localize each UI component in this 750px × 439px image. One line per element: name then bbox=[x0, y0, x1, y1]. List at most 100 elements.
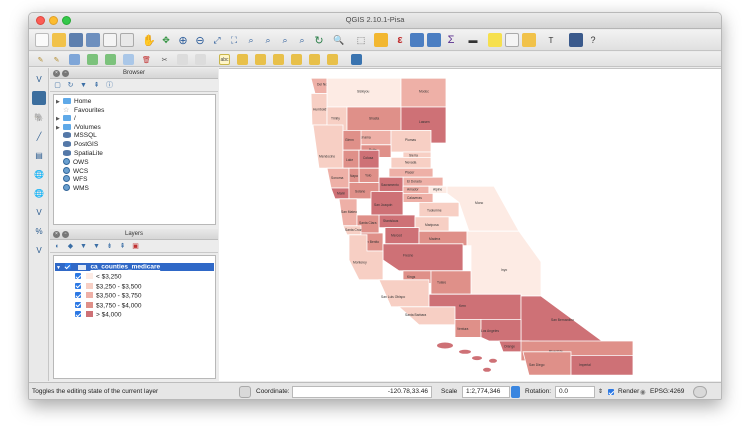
browser-item[interactable]: WMS bbox=[56, 184, 89, 192]
pan-to-selection-icon[interactable]: ✥ bbox=[159, 33, 173, 47]
filter-legend-icon[interactable]: ▼ bbox=[79, 242, 88, 251]
help-book-icon[interactable] bbox=[569, 33, 583, 47]
layer-labeling-icon[interactable] bbox=[237, 54, 248, 65]
deselect-icon[interactable] bbox=[374, 33, 388, 47]
browser-item[interactable]: ▶ Home bbox=[56, 98, 91, 106]
browser-item[interactable]: ☆ Favourites bbox=[56, 107, 104, 115]
pin-labels-icon[interactable] bbox=[255, 54, 266, 65]
move-feature-icon[interactable] bbox=[105, 54, 116, 65]
add-wfs-layer-icon[interactable]: V bbox=[32, 205, 46, 219]
coordinate-toggle-icon[interactable] bbox=[239, 386, 251, 398]
collapse-all-layers-icon[interactable]: ⇞ bbox=[118, 242, 127, 251]
text-annotation-icon[interactable]: T bbox=[544, 33, 558, 47]
filter-icon[interactable]: ▼ bbox=[79, 81, 88, 90]
expand-triangle-icon[interactable]: ▶ bbox=[56, 115, 63, 123]
layer-visibility-checkbox[interactable] bbox=[64, 263, 71, 269]
toggle-editing-icon[interactable]: ✎ bbox=[51, 54, 62, 65]
zoom-next-icon[interactable]: ⌕ bbox=[295, 33, 309, 47]
add-wcs-layer-icon[interactable]: 🌐 bbox=[32, 186, 46, 200]
new-project-icon[interactable] bbox=[35, 33, 49, 47]
county-san-luis-obispo[interactable] bbox=[378, 279, 430, 308]
add-raster-layer-icon[interactable] bbox=[32, 91, 46, 105]
cut-features-icon[interactable]: ✂ bbox=[159, 54, 170, 65]
change-label-icon[interactable] bbox=[327, 54, 338, 65]
add-wms-layer-icon[interactable]: 🌐 bbox=[32, 167, 46, 181]
add-spatialite-layer-icon[interactable]: ╱ bbox=[32, 129, 46, 143]
field-calculator-icon[interactable]: ε bbox=[393, 33, 407, 47]
label-abc-icon[interactable]: abc bbox=[219, 54, 230, 65]
properties-icon[interactable]: ⓘ bbox=[105, 81, 114, 90]
panel-close-icon[interactable]: × bbox=[53, 231, 60, 238]
edit-pencil-icon[interactable]: ✎ bbox=[35, 54, 46, 65]
crs-icon[interactable]: ◉ bbox=[640, 388, 646, 396]
expand-triangle-icon[interactable]: ▶ bbox=[56, 124, 63, 132]
panel-float-icon[interactable]: ▫ bbox=[62, 231, 69, 238]
rotation-field[interactable]: 0.0 bbox=[555, 386, 595, 398]
zoom-to-layer-icon[interactable]: ⌕ bbox=[261, 33, 275, 47]
add-vector-layer-icon[interactable]: V bbox=[32, 72, 46, 86]
expand-triangle-icon[interactable]: ▶ bbox=[56, 98, 63, 106]
selected-layer-row[interactable]: ▼ ca_counties_medicare bbox=[55, 263, 214, 271]
panel-close-icon[interactable]: × bbox=[53, 70, 60, 77]
move-label-icon[interactable] bbox=[291, 54, 302, 65]
sum-icon[interactable]: Σ bbox=[444, 33, 458, 47]
save-edits-icon[interactable] bbox=[69, 54, 80, 65]
composer-manager-icon[interactable] bbox=[120, 33, 134, 47]
add-postgis-layer-icon[interactable]: 🐘 bbox=[32, 110, 46, 124]
node-tool-icon[interactable] bbox=[123, 54, 134, 65]
browser-item[interactable]: WFS bbox=[56, 175, 87, 183]
paste-features-icon[interactable] bbox=[195, 54, 206, 65]
county-inyo[interactable] bbox=[466, 230, 542, 297]
expand-all-icon[interactable]: ⇟ bbox=[105, 242, 114, 251]
county-mendocino[interactable] bbox=[312, 124, 344, 169]
zoom-native-icon[interactable]: ⤢ bbox=[210, 33, 224, 47]
browser-item[interactable]: ▶ / bbox=[56, 115, 76, 123]
zoom-full-icon[interactable]: ⛶ bbox=[227, 33, 241, 47]
add-feature-icon[interactable] bbox=[87, 54, 98, 65]
class-visibility-checkbox[interactable] bbox=[75, 292, 81, 299]
legend-class-row[interactable]: > $4,000 bbox=[75, 311, 121, 319]
select-features-icon[interactable]: ⬚ bbox=[354, 33, 368, 47]
show-bookmarks-icon[interactable] bbox=[522, 33, 536, 47]
messages-icon[interactable] bbox=[693, 386, 707, 398]
zoom-to-selection-icon[interactable]: ⌕ bbox=[244, 33, 258, 47]
channel-island[interactable] bbox=[472, 356, 482, 361]
rotate-label-icon[interactable] bbox=[309, 54, 320, 65]
add-delimited-text-icon[interactable]: % bbox=[32, 224, 46, 238]
refresh-browser-icon[interactable]: ↻ bbox=[66, 81, 75, 90]
pan-hand-icon[interactable]: ✋ bbox=[142, 33, 156, 47]
zoom-in-icon[interactable]: ⊕ bbox=[176, 33, 190, 47]
whats-this-icon[interactable]: ? bbox=[586, 33, 600, 47]
channel-island[interactable] bbox=[437, 342, 453, 349]
add-mssql-layer-icon[interactable]: ▤ bbox=[32, 148, 46, 162]
open-project-icon[interactable] bbox=[52, 33, 66, 47]
add-selected-icon[interactable]: ▢ bbox=[53, 81, 62, 90]
channel-island[interactable] bbox=[489, 358, 497, 363]
collapse-all-icon[interactable]: ⇞ bbox=[92, 81, 101, 90]
crs-label[interactable]: EPSG:4269 bbox=[650, 388, 684, 395]
show-hide-labels-icon[interactable] bbox=[273, 54, 284, 65]
class-visibility-checkbox[interactable] bbox=[75, 311, 81, 318]
zoom-out-icon[interactable]: ⊖ bbox=[193, 33, 207, 47]
class-visibility-checkbox[interactable] bbox=[75, 301, 81, 308]
scale-dropdown-icon[interactable] bbox=[511, 386, 520, 398]
panel-float-icon[interactable]: ▫ bbox=[62, 70, 69, 77]
measure-icon[interactable]: ▬ bbox=[466, 33, 480, 47]
refresh-icon[interactable]: ↻ bbox=[312, 33, 326, 47]
channel-island[interactable] bbox=[459, 349, 471, 354]
collapse-triangle-icon[interactable]: ▼ bbox=[56, 264, 63, 272]
filter-by-map-icon[interactable]: ▼ bbox=[92, 242, 101, 251]
delete-selected-icon[interactable]: 🗑 bbox=[141, 54, 152, 65]
python-console-icon[interactable] bbox=[351, 54, 362, 65]
attribute-table-icon[interactable] bbox=[410, 33, 424, 47]
new-bookmark-icon[interactable] bbox=[505, 33, 519, 47]
class-visibility-checkbox[interactable] bbox=[75, 282, 81, 289]
identify-features-icon[interactable]: 🔍 bbox=[332, 33, 346, 47]
add-group-icon[interactable]: ◆ bbox=[66, 242, 75, 251]
browser-item[interactable]: SpatiaLite bbox=[56, 149, 103, 158]
statistics-icon[interactable] bbox=[427, 33, 441, 47]
browser-item[interactable]: MSSQL bbox=[56, 132, 97, 140]
remove-layer-icon[interactable]: ▣ bbox=[131, 242, 140, 251]
legend-class-row[interactable]: $3,750 - $4,000 bbox=[75, 301, 142, 310]
legend-class-row[interactable]: $3,250 - $3,500 bbox=[75, 282, 142, 291]
